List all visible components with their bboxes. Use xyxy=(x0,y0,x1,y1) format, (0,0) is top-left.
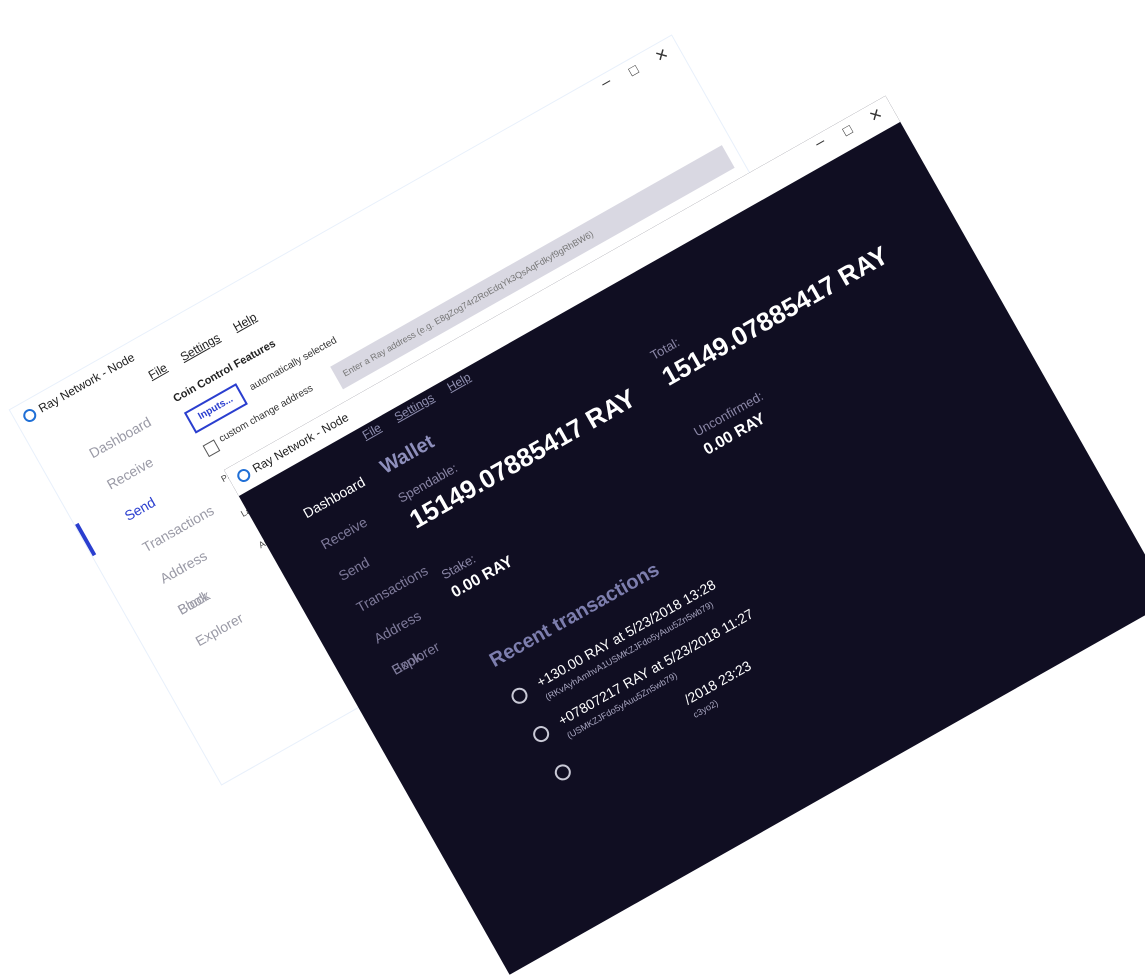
window-title: Ray Network - Node xyxy=(36,350,138,416)
transaction-icon xyxy=(530,723,553,745)
transaction-icon xyxy=(508,684,531,707)
minimize-icon[interactable]: – xyxy=(807,130,833,156)
maximize-icon[interactable]: □ xyxy=(621,58,646,82)
total-value: 15149.07885417 RAY xyxy=(656,239,894,392)
close-icon[interactable]: ✕ xyxy=(649,42,675,68)
transaction-amount: /2018 23:23 xyxy=(681,657,754,708)
app-logo-icon xyxy=(234,466,253,485)
maximize-icon[interactable]: □ xyxy=(835,118,860,142)
minimize-icon[interactable]: – xyxy=(593,70,619,96)
close-icon[interactable]: ✕ xyxy=(863,102,889,128)
custom-change-checkbox[interactable] xyxy=(202,439,221,458)
app-logo-icon xyxy=(20,406,39,425)
spendable-value: 15149.07885417 RAY xyxy=(404,382,641,535)
transaction-icon xyxy=(551,761,574,784)
